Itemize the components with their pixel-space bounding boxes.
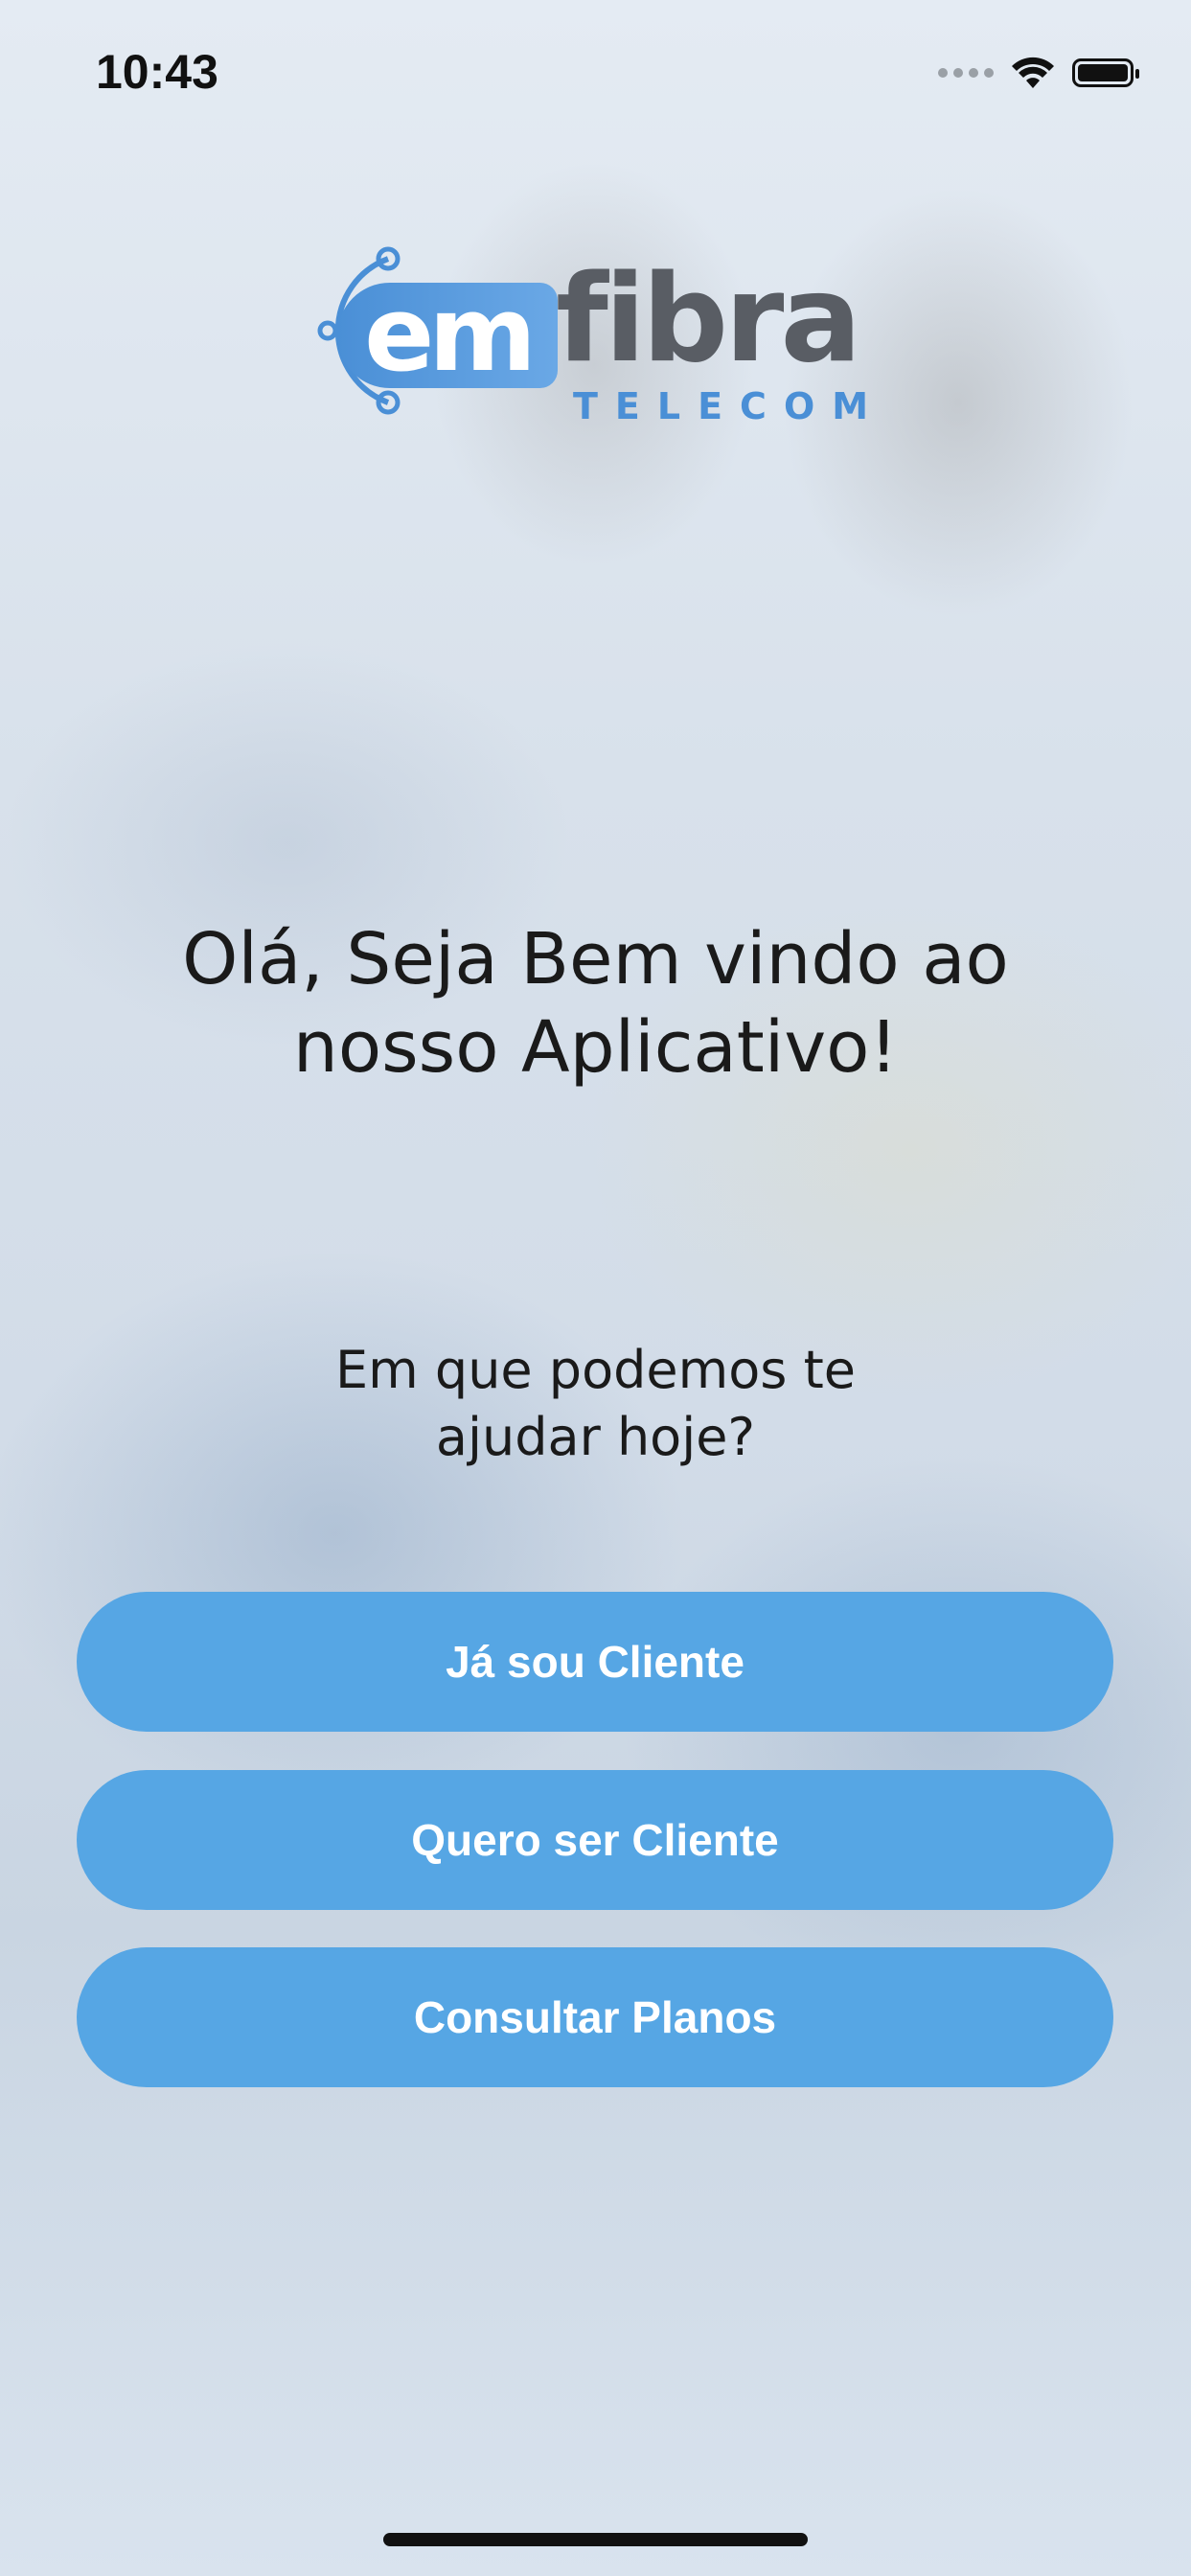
logo-em-text: em	[337, 283, 558, 388]
signal-dots-icon	[938, 68, 994, 78]
become-client-button[interactable]: Quero ser Cliente	[77, 1770, 1113, 1910]
welcome-line-2: nosso Aplicativo!	[292, 1006, 899, 1089]
wifi-icon	[1012, 57, 1054, 88]
logo-fibra-text: fibra	[556, 248, 861, 389]
logo-telecom-text: TELECOM	[573, 385, 886, 427]
status-icons	[938, 54, 1139, 92]
battery-icon	[1072, 58, 1139, 87]
welcome-heading: Olá, Seja Bem vindo ao nosso Aplicativo!	[0, 915, 1191, 1092]
view-plans-button[interactable]: Consultar Planos	[77, 1947, 1113, 2087]
status-time: 10:43	[96, 45, 218, 99]
question-line-2: ajudar hoje?	[435, 1407, 756, 1467]
question-line-1: Em que podemos te	[335, 1340, 856, 1400]
emfibra-logo: em fibra TELECOM	[316, 240, 872, 431]
help-question: Em que podemos te ajudar hoje?	[0, 1337, 1191, 1471]
existing-client-button[interactable]: Já sou Cliente	[77, 1592, 1113, 1732]
home-indicator[interactable]	[383, 2533, 808, 2546]
welcome-line-1: Olá, Seja Bem vindo ao	[182, 918, 1009, 1000]
